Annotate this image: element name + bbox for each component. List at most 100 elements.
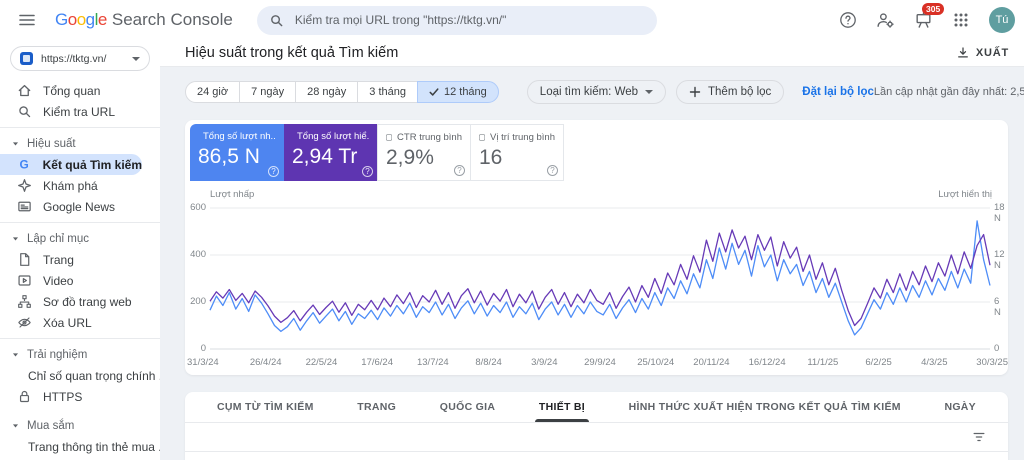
search-icon: [19, 106, 31, 118]
left-axis-tick: 200: [190, 296, 206, 307]
property-selector[interactable]: https://tktg.vn/: [10, 46, 150, 71]
range-label: 12 tháng: [443, 86, 487, 98]
app-title: Search Console: [111, 10, 233, 29]
page-header: Hiệu suất trong kết quả Tìm kiếm XUẤT: [160, 40, 1024, 67]
add-filter-label: Thêm bộ lọc: [708, 86, 772, 98]
sidebar-item-core-web-vitals[interactable]: Chỉ số quan trọng chính ...: [0, 365, 160, 386]
chevron-down-icon: [12, 142, 19, 146]
sidebar-item-url-inspection[interactable]: Kiểm tra URL: [0, 101, 160, 122]
search-icon: [270, 14, 283, 26]
tab-hình-thức-xuất-hiện-trong-kết-quả-tìm-kiếm[interactable]: HÌNH THỨC XUẤT HIỆN TRONG KẾT QUẢ TÌM KI…: [629, 392, 901, 422]
performance-card: Tổng số lượt nh... 86,5 N? Tổng số lượt hi…: [185, 120, 1008, 375]
range-button-28-ngày[interactable]: 28 ngày: [295, 81, 359, 103]
reset-filters-link[interactable]: Đặt lại bộ lọc: [802, 86, 874, 98]
check-icon: [429, 88, 439, 96]
help-icon[interactable]: ?: [362, 166, 373, 177]
user-settings-icon[interactable]: [876, 11, 895, 30]
announcements-icon[interactable]: 305: [914, 2, 945, 30]
tab-quốc-gia[interactable]: QUỐC GIA: [440, 392, 495, 422]
divider: [0, 127, 160, 128]
google-logo-letter: o: [76, 10, 86, 29]
tab-trang[interactable]: TRANG: [357, 392, 396, 422]
sidebar-section-label: Trải nghiệm: [27, 348, 88, 361]
right-axis-tick: 12 N: [994, 249, 1005, 271]
sidebar-item-label: Sơ đồ trang web: [43, 294, 132, 309]
divider: [0, 338, 160, 339]
chevron-down-icon: [12, 424, 19, 428]
google-logo-letter: g: [85, 10, 95, 29]
avatar[interactable]: Tú: [989, 7, 1015, 33]
chart-line-clicks[interactable]: [209, 220, 991, 336]
sidebar-item-removals[interactable]: Xóa URL: [0, 312, 160, 333]
range-button-12-tháng[interactable]: 12 tháng: [416, 81, 499, 103]
help-icon[interactable]: [839, 11, 857, 29]
metric-card-1[interactable]: Tổng số lượt hiể... 2,94 Tr?: [284, 124, 378, 181]
topbar-actions: 305 Tú: [839, 2, 1024, 33]
range-label: 3 tháng: [369, 86, 406, 98]
chart-line-impressions[interactable]: [209, 229, 991, 327]
sidebar-item-https[interactable]: HTTPS: [0, 386, 160, 407]
sidebar-item-google-news[interactable]: Google News: [0, 196, 160, 217]
filter-bar: 24 giờ 7 ngày 28 ngày 3 tháng 12 tháng Loại …: [160, 67, 1024, 116]
search-input[interactable]: [292, 12, 645, 28]
x-axis-tick: 8/8/24: [475, 357, 502, 368]
google-logo-letter: G: [55, 10, 68, 29]
line-chart[interactable]: [185, 202, 1008, 354]
google-logo-letter: e: [97, 10, 107, 29]
search-type-dropdown[interactable]: Loại tìm kiếm: Web: [526, 80, 667, 104]
metric-card-0[interactable]: Tổng số lượt nh... 86,5 N?: [190, 124, 284, 181]
sidebar-item-label: HTTPS: [43, 389, 83, 404]
add-filter-button[interactable]: Thêm bộ lọc: [676, 80, 785, 104]
metric-value: 2,94 Tr: [292, 145, 358, 168]
hamburger-menu-icon[interactable]: [14, 7, 40, 33]
sidebar-item-merchant-listings[interactable]: Trang thông tin thẻ mua ...: [0, 436, 160, 457]
tab-cụm-từ-tìm-kiếm[interactable]: CỤM TỪ TÌM KIẾM: [217, 392, 314, 422]
x-axis-tick: 4/3/25: [921, 357, 948, 368]
sidebar-item-label: Khám phá: [43, 178, 98, 193]
range-button-7-ngày[interactable]: 7 ngày: [239, 81, 297, 103]
right-axis-tick: 6 N: [994, 296, 1001, 318]
sidebar-item-sitemaps[interactable]: Sơ đồ trang web: [0, 291, 160, 312]
performance-chart[interactable]: Lượt nhấp Lượt hiển thị 600 400 200 0 18 N 12…: [185, 189, 1008, 375]
export-button[interactable]: XUẤT: [956, 46, 1009, 60]
filter-icon[interactable]: [972, 430, 986, 444]
x-axis-tick: 25/10/24: [637, 357, 675, 368]
sidebar-item-search-results[interactable]: G Kết quả Tìm kiếm: [0, 154, 142, 175]
left-axis-title: Lượt nhấp: [210, 189, 255, 200]
tab-thiết-bị[interactable]: THIẾT BỊ: [534, 392, 590, 422]
sidebar-item-label: Xóa URL: [43, 315, 92, 330]
sidebar-section-shopping[interactable]: Mua sắm: [0, 415, 160, 436]
apps-grid-icon[interactable]: [952, 11, 970, 29]
help-icon[interactable]: ?: [454, 165, 465, 176]
sidebar-item-pages[interactable]: Trang: [0, 249, 160, 270]
metric-card-2[interactable]: CTR trung bình 2,9%?: [377, 124, 471, 181]
x-axis-tick: 17/6/24: [361, 357, 393, 368]
tab-ngày[interactable]: NGÀY: [944, 392, 976, 422]
range-label: 24 giờ: [197, 86, 229, 98]
sidebar-item-discover[interactable]: Khám phá: [0, 175, 160, 196]
search-type-label: Loại tìm kiếm: Web: [539, 86, 639, 98]
sidebar-item-video[interactable]: Video: [0, 270, 160, 291]
plus-icon: [689, 86, 701, 98]
help-icon[interactable]: ?: [268, 166, 279, 177]
discover-star-icon: [18, 179, 31, 192]
sidebar-section-indexing[interactable]: Lập chỉ mục: [0, 228, 160, 249]
dimensions-table-card: CỤM TỪ TÌM KIẾM TRANG QUỐC GIA THIẾT BỊ HÌNH…: [185, 392, 1008, 460]
checkbox-unchecked-icon: [479, 134, 486, 141]
sidebar-section-performance[interactable]: Hiệu suất: [0, 133, 160, 154]
url-inspection-search[interactable]: [256, 5, 657, 35]
sidebar-item-overview[interactable]: Tổng quan: [0, 80, 160, 101]
range-button-24-giờ[interactable]: 24 giờ: [185, 81, 241, 103]
sidebar-item-label: Kiểm tra URL: [43, 104, 116, 119]
export-label: XUẤT: [975, 47, 1009, 59]
chevron-down-icon: [12, 353, 19, 357]
range-button-3-tháng[interactable]: 3 tháng: [357, 81, 418, 103]
x-axis-tick: 30/3/25: [976, 357, 1008, 368]
help-icon[interactable]: ?: [547, 165, 558, 176]
sidebar-section-experience[interactable]: Trải nghiệm: [0, 344, 160, 365]
video-icon: [18, 275, 31, 286]
metric-card-3[interactable]: Vị trí trung bình 16?: [470, 124, 564, 181]
page-icon: [20, 253, 30, 266]
main-content: Hiệu suất trong kết quả Tìm kiếm XUẤT 24…: [160, 40, 1024, 460]
checkbox-unchecked-icon: [386, 134, 393, 141]
